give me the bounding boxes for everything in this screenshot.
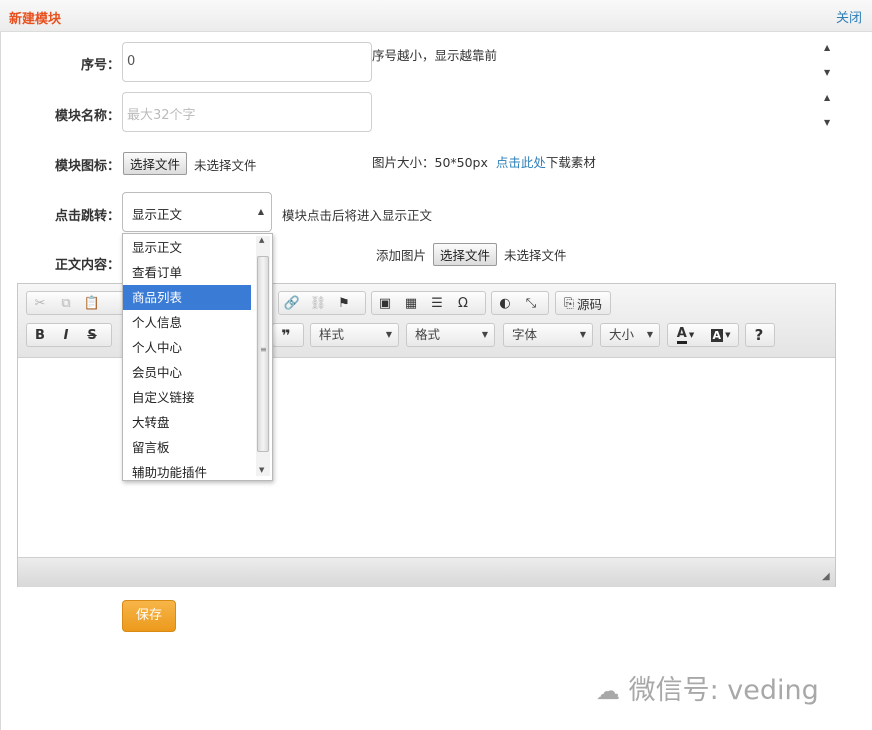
close-link[interactable]: 关闭 xyxy=(836,7,862,26)
order-input[interactable]: 0 xyxy=(122,42,372,82)
download-suffix: 下载素材 xyxy=(545,155,596,170)
jump-option[interactable]: 个人中心 xyxy=(123,335,251,360)
wechat-watermark: ☁ 微信号: veding xyxy=(596,668,819,707)
dialog-left-border xyxy=(0,31,1,730)
unlink-icon[interactable]: ⛓ xyxy=(305,292,331,314)
paste-icon[interactable]: 📋 xyxy=(79,292,105,314)
scroll-down-icon[interactable]: ▼ xyxy=(824,118,830,127)
style-combo-label: 样式 xyxy=(319,327,345,342)
size-combo[interactable]: 大小 ▼ xyxy=(600,323,660,347)
source-icon: ⎘ xyxy=(563,295,574,310)
view-group: ◐ ⤡ xyxy=(491,291,549,315)
source-label: 源码 xyxy=(577,296,603,312)
name-label: 模块名称： xyxy=(54,109,120,124)
jump-dropdown-list[interactable]: 显示正文 查看订单 商品列表 个人信息 个人中心 会员中心 自定义链接 大转盘 留言板 辅助功能插… xyxy=(122,233,273,481)
scroll-up-icon[interactable]: ▲ xyxy=(259,236,264,244)
help-group: ? xyxy=(745,323,775,347)
icon-size-hint: 图片大小：50*50px 点击此处下载素材 xyxy=(372,152,596,171)
iframe-icon[interactable]: ◐ xyxy=(492,292,518,314)
content-file-button[interactable]: 选择文件 xyxy=(433,243,498,266)
jump-option[interactable]: 自定义链接 xyxy=(123,385,251,410)
color-group: A ▼ A ▼ xyxy=(667,323,739,347)
wechat-icon: ☁ xyxy=(596,677,620,705)
font-combo[interactable]: 字体 ▼ xyxy=(503,323,593,347)
style-combo[interactable]: 样式 ▼ xyxy=(310,323,399,347)
link-group: 🔗 ⛓ ⚑ xyxy=(278,291,366,315)
scroll-thumb[interactable]: ≡ xyxy=(257,256,269,452)
scroll-up-icon[interactable]: ▲ xyxy=(824,43,830,52)
bg-color-icon[interactable]: A ▼ xyxy=(703,324,738,346)
jump-option[interactable]: 大转盘 xyxy=(123,410,251,435)
table-icon[interactable]: ▦ xyxy=(398,292,424,314)
image-icon[interactable]: ▣ xyxy=(372,292,398,314)
jump-hint: 模块点击后将进入显示正文 xyxy=(282,208,433,223)
text-color-icon[interactable]: A ▼ xyxy=(668,324,703,346)
jump-option[interactable]: 显示正文 xyxy=(123,235,251,260)
content-file-status: 未选择文件 xyxy=(504,248,567,263)
dropdown-scrollbar[interactable]: ▲ ≡ ▼ xyxy=(256,236,270,476)
jump-select[interactable]: 显示正文 ▲ xyxy=(122,192,272,232)
icon-size-text: 图片大小：50*50px xyxy=(372,155,488,170)
chevron-up-icon: ▲ xyxy=(257,207,264,216)
chevron-down-icon: ▼ xyxy=(646,330,653,339)
watermark-text: 微信号: veding xyxy=(628,675,819,706)
jump-option[interactable]: 会员中心 xyxy=(123,360,251,385)
resize-handle-icon[interactable]: ◢ xyxy=(822,571,830,582)
maximize-icon[interactable]: ⤡ xyxy=(518,292,544,314)
name-scrollbar[interactable]: ▲ ▼ xyxy=(822,93,832,131)
order-scrollbar[interactable]: ▲ ▼ xyxy=(822,43,832,81)
jump-option[interactable]: 个人信息 xyxy=(123,310,251,335)
clipboard-group: ✂ ⧉ 📋 xyxy=(26,291,126,315)
download-link[interactable]: 点击此处 xyxy=(496,155,546,170)
chevron-down-icon: ▼ xyxy=(481,330,488,339)
grip-icon: ≡ xyxy=(260,345,267,354)
jump-option[interactable]: 留言板 xyxy=(123,435,251,460)
horizontal-line-icon[interactable]: ☰ xyxy=(424,292,450,314)
blockquote-icon[interactable]: ❞ xyxy=(273,324,299,346)
copy-icon[interactable]: ⧉ xyxy=(53,292,79,314)
jump-option[interactable]: 辅助功能插件 xyxy=(123,460,251,480)
save-button[interactable]: 保存 xyxy=(122,600,176,632)
scroll-down-icon[interactable]: ▼ xyxy=(259,466,264,474)
add-image-label: 添加图片 xyxy=(376,248,427,263)
order-label: 序号： xyxy=(80,58,120,73)
source-group: ⎘ 源码 xyxy=(555,291,611,315)
jump-option-list: 显示正文 查看订单 商品列表 个人信息 个人中心 会员中心 自定义链接 大转盘 留言板 辅助功能插… xyxy=(123,234,251,480)
source-button[interactable]: ⎘ 源码 xyxy=(556,292,610,314)
dialog-title: 新建模块 xyxy=(9,12,62,27)
chevron-down-icon: ▼ xyxy=(579,330,586,339)
insert-group: ▣ ▦ ☰ Ω xyxy=(371,291,486,315)
content-label: 正文内容： xyxy=(54,258,120,273)
order-hint: 序号越小，显示越靠前 xyxy=(372,48,498,63)
bold-icon[interactable]: B xyxy=(27,324,53,346)
icon-label: 模块图标： xyxy=(54,159,120,174)
help-icon[interactable]: ? xyxy=(746,324,772,346)
editor-statusbar xyxy=(18,557,835,587)
font-combo-label: 字体 xyxy=(512,327,538,342)
scroll-up-icon[interactable]: ▲ xyxy=(824,93,830,102)
strike-icon[interactable]: S xyxy=(79,324,105,346)
cut-icon[interactable]: ✂ xyxy=(27,292,53,314)
size-combo-label: 大小 xyxy=(609,327,635,342)
link-icon[interactable]: 🔗 xyxy=(279,292,305,314)
format-combo[interactable]: 格式 ▼ xyxy=(406,323,495,347)
icon-file-button[interactable]: 选择文件 xyxy=(123,152,188,175)
quote-group: ❞ xyxy=(272,323,304,347)
jump-label: 点击跳转： xyxy=(54,209,120,224)
special-char-icon[interactable]: Ω xyxy=(450,292,476,314)
anchor-flag-icon[interactable]: ⚑ xyxy=(331,292,357,314)
dialog-header xyxy=(0,0,872,32)
format-combo-label: 格式 xyxy=(415,327,441,342)
italic-icon[interactable]: I xyxy=(53,324,79,346)
jump-option[interactable]: 查看订单 xyxy=(123,260,251,285)
jump-option[interactable]: 商品列表 xyxy=(123,285,251,310)
scroll-down-icon[interactable]: ▼ xyxy=(824,68,830,77)
text-style-group: B I S xyxy=(26,323,112,347)
name-input[interactable]: 最大32个字 xyxy=(122,92,372,132)
jump-select-value: 显示正文 xyxy=(132,207,183,222)
chevron-down-icon: ▼ xyxy=(385,330,392,339)
icon-file-status: 未选择文件 xyxy=(194,158,257,173)
